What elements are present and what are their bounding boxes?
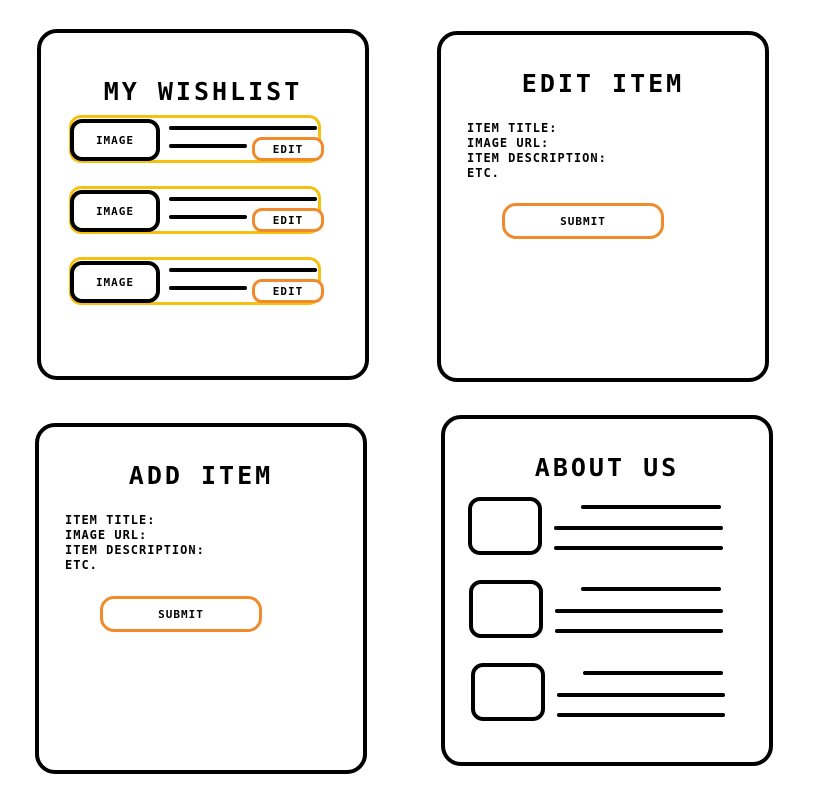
about-image-placeholder [468,497,542,555]
field-item-description[interactable]: ITEM DESCRIPTION: [467,151,607,166]
add-item-fields: ITEM TITLE: IMAGE URL: ITEM DESCRIPTION:… [65,513,205,573]
about-text-line [581,505,721,509]
field-item-description[interactable]: ITEM DESCRIPTION: [65,543,205,558]
field-etc: ETC. [467,166,500,180]
edit-item-title: EDIT ITEM [521,69,685,98]
field-image-url[interactable]: IMAGE URL: [467,136,607,151]
item-text-line [169,286,247,290]
about-text-line [554,526,723,530]
submit-button[interactable]: SUBMIT [100,596,262,632]
about-text-line [557,713,725,717]
wishlist-item-2[interactable]: IMAGE EDIT [69,186,324,234]
wishlist-item-3[interactable]: IMAGE EDIT [69,257,324,305]
field-image-url[interactable]: IMAGE URL: [65,528,205,543]
wishlist-item-image: IMAGE [70,119,160,161]
wishlist-item-image: IMAGE [70,190,160,232]
wishlist-title: MY WISHLIST [103,77,303,106]
wishlist-item-image: IMAGE [70,261,160,303]
image-label: IMAGE [95,275,135,289]
wishlist-item-1[interactable]: IMAGE EDIT [69,115,324,163]
image-label: IMAGE [95,133,135,147]
about-text-line [554,546,723,550]
about-text-line [557,693,725,697]
item-text-line [169,215,247,219]
about-text-line [581,587,721,591]
wishlist-panel: MY WISHLIST IMAGE EDIT IMAGE EDIT IMAGE … [37,29,369,380]
item-text-line [169,126,317,130]
edit-item-panel: EDIT ITEM ITEM TITLE: IMAGE URL: ITEM DE… [437,31,769,382]
edit-item-fields: ITEM TITLE: IMAGE URL: ITEM DESCRIPTION:… [467,121,607,181]
edit-button[interactable]: EDIT [252,279,324,303]
edit-button[interactable]: EDIT [252,208,324,232]
about-us-title: ABOUT US [534,453,680,482]
submit-button[interactable]: SUBMIT [502,203,664,239]
field-item-title[interactable]: ITEM TITLE: [65,513,205,528]
item-text-line [169,197,317,201]
image-label: IMAGE [95,204,135,218]
item-text-line [169,268,317,272]
add-item-panel: ADD ITEM ITEM TITLE: IMAGE URL: ITEM DES… [35,423,367,774]
item-text-line [169,144,247,148]
field-etc: ETC. [65,558,98,572]
about-text-line [555,609,723,613]
edit-button[interactable]: EDIT [252,137,324,161]
about-text-line [583,671,723,675]
about-text-line [555,629,723,633]
about-us-panel: ABOUT US [441,415,773,766]
field-item-title[interactable]: ITEM TITLE: [467,121,607,136]
about-image-placeholder [469,580,543,638]
add-item-title: ADD ITEM [128,461,274,490]
about-image-placeholder [471,663,545,721]
